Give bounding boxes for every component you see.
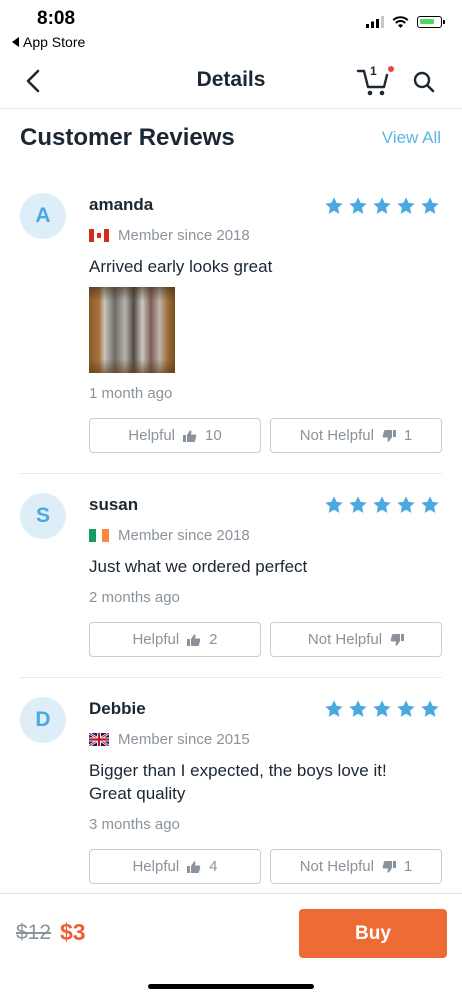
reviewer-name: susan	[89, 495, 139, 514]
not-helpful-button[interactable]: Not Helpful 1	[270, 849, 442, 884]
star-icon	[420, 699, 440, 719]
star-icon	[396, 495, 416, 515]
star-icon	[396, 196, 416, 216]
star-icon	[372, 196, 392, 216]
helpful-label: Helpful	[132, 858, 180, 875]
review-text: Arrived early looks great	[89, 257, 273, 276]
star-icon	[324, 196, 344, 216]
star-icon	[324, 699, 344, 719]
not-helpful-label: Not Helpful	[299, 427, 374, 444]
member-info: Member since 2018	[89, 227, 250, 244]
search-icon[interactable]	[412, 70, 436, 94]
original-price: $12	[16, 921, 52, 944]
helpful-button[interactable]: Helpful 10	[89, 418, 261, 453]
helpful-button[interactable]: Helpful 4	[89, 849, 261, 884]
ireland-flag-icon	[89, 529, 109, 542]
reviewer-name: amanda	[89, 195, 154, 214]
back-triangle-icon	[12, 37, 19, 47]
star-icon	[348, 699, 368, 719]
section-title: Customer Reviews	[20, 124, 235, 151]
helpful-button[interactable]: Helpful 2	[89, 622, 261, 657]
helpful-label: Helpful	[128, 427, 175, 444]
member-since: Member since 2015	[118, 731, 250, 748]
thumbs-down-icon	[382, 860, 396, 874]
review-date: 1 month ago	[89, 385, 173, 402]
star-icon	[372, 699, 392, 719]
review-text-line: Bigger than I expected, the boys love it…	[89, 761, 387, 780]
thumbs-up-icon	[183, 429, 197, 443]
cart-button[interactable]: 1	[356, 63, 396, 99]
helpful-count: 2	[209, 631, 218, 648]
review-text-line: Great quality	[89, 784, 186, 803]
wifi-icon	[392, 16, 409, 28]
star-icon	[324, 495, 344, 515]
bottom-bar-divider	[0, 893, 462, 894]
rating-stars	[324, 495, 440, 515]
not-helpful-button[interactable]: Not Helpful 1	[270, 418, 442, 453]
avatar: D	[20, 697, 66, 743]
thumbs-down-icon	[390, 633, 404, 647]
review-date: 3 months ago	[89, 816, 180, 833]
rating-stars	[324, 196, 440, 216]
cart-badge-dot	[388, 66, 394, 72]
helpful-label: Helpful	[132, 631, 180, 648]
nav-divider	[0, 108, 462, 109]
home-indicator[interactable]	[148, 984, 314, 989]
not-helpful-label: Not Helpful	[299, 858, 374, 875]
star-icon	[420, 196, 440, 216]
united-kingdom-flag-icon	[89, 733, 109, 746]
thumbs-up-icon	[187, 860, 201, 874]
star-icon	[348, 196, 368, 216]
member-since: Member since 2018	[118, 527, 250, 544]
helpful-count: 10	[205, 427, 222, 444]
review-photo[interactable]	[89, 287, 175, 373]
rating-stars	[324, 699, 440, 719]
avatar: S	[20, 493, 66, 539]
review-divider	[20, 677, 442, 678]
sale-price: $3	[60, 919, 86, 945]
cart-count: 1	[370, 64, 377, 78]
helpful-count: 4	[209, 858, 218, 875]
star-icon	[372, 495, 392, 515]
signal-icon	[366, 16, 384, 28]
not-helpful-count: 1	[403, 858, 413, 875]
thumbs-down-icon	[382, 429, 396, 443]
member-info: Member since 2018	[89, 527, 250, 544]
star-icon	[348, 495, 368, 515]
review-divider	[20, 473, 442, 474]
star-icon	[396, 699, 416, 719]
reviewer-name: Debbie	[89, 699, 146, 718]
not-helpful-button[interactable]: Not Helpful	[270, 622, 442, 657]
not-helpful-label: Not Helpful	[307, 631, 383, 648]
view-all-link[interactable]: View All	[382, 128, 441, 148]
review-text: Bigger than I expected, the boys love it…	[89, 759, 387, 805]
back-to-app-store[interactable]: App Store	[12, 34, 85, 50]
review-date: 2 months ago	[89, 589, 180, 606]
avatar: A	[20, 193, 66, 239]
buy-button[interactable]: Buy	[299, 909, 447, 958]
thumbs-up-icon	[187, 633, 201, 647]
review-text: Just what we ordered perfect	[89, 557, 308, 576]
status-time: 8:08	[37, 8, 76, 29]
member-info: Member since 2015	[89, 731, 250, 748]
member-since: Member since 2018	[118, 227, 250, 244]
battery-icon	[417, 16, 445, 28]
status-icons	[366, 16, 445, 28]
not-helpful-count: 1	[403, 427, 413, 444]
canada-flag-icon	[89, 229, 109, 242]
star-icon	[420, 495, 440, 515]
back-app-label: App Store	[23, 34, 86, 50]
